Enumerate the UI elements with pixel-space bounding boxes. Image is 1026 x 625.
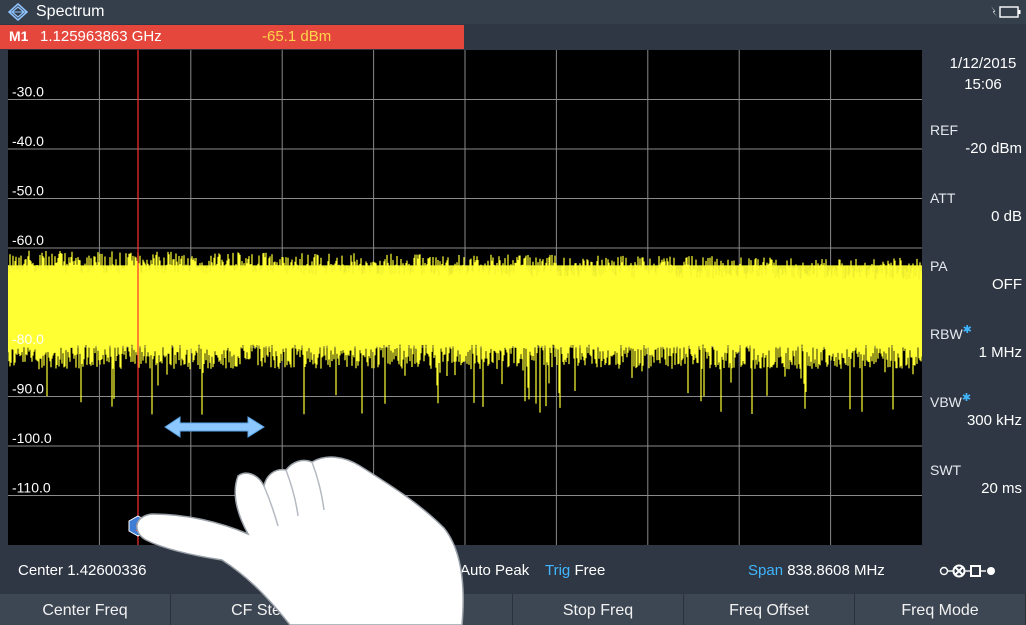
y-tick-label: -110.0 [12, 480, 51, 496]
span-value: 838.8608 MHz [787, 562, 885, 579]
param-value-ref[interactable]: -20 dBm [965, 140, 1022, 157]
softkey-2[interactable]: CF Ste [171, 594, 342, 625]
param-label-text: ATT [930, 190, 956, 206]
modified-star-icon: ✱ [962, 324, 972, 336]
center-frequency-status[interactable]: Center 1.42600336 [18, 562, 146, 579]
parameter-sidebar: REF -20 dBm ATT 0 dB PA OFF RBW✱ 1 MHz VBW✱ 300 k… [922, 50, 1026, 554]
y-tick-label: -30.0 [12, 84, 44, 100]
param-label-pa: PA [930, 258, 948, 274]
title-bar: Spectrum [0, 0, 1026, 24]
param-label-ref: REF [930, 122, 958, 138]
marker-readout-bar[interactable]: M1 1.125963863 GHz -65.1 dBm [0, 25, 464, 49]
y-tick-label: -100.0 [12, 430, 52, 446]
drag-arrow-icon [164, 416, 265, 438]
y-tick-label: -50.0 [12, 183, 44, 199]
span-label: Span [748, 562, 784, 579]
param-value-vbw[interactable]: 300 kHz [967, 412, 1022, 429]
trace-band [8, 265, 922, 340]
param-label-swt: SWT [930, 462, 961, 478]
softkey-4[interactable]: Stop Freq [513, 594, 684, 625]
softkey-3[interactable]: eq [342, 594, 513, 625]
marker-label: M1 [9, 28, 29, 44]
marker-level: -65.1 dBm [262, 28, 332, 45]
app-title: Spectrum [36, 3, 105, 20]
y-tick-label: -40.0 [12, 133, 44, 149]
param-label-text: PA [930, 258, 948, 274]
param-value-pa[interactable]: OFF [992, 276, 1022, 293]
status-row: Center 1.42600336 Auto Peak Trig Free Sp… [0, 556, 1026, 586]
rohde-schwarz-logo-icon [8, 3, 28, 21]
marker-badge[interactable]: 1 [128, 515, 148, 537]
param-value-swt[interactable]: 20 ms [981, 480, 1022, 497]
trigger-status: Trig Free [545, 562, 605, 579]
trig-label: Trig [545, 562, 571, 579]
softkey-5[interactable]: Freq Offset [684, 594, 855, 625]
modified-star-icon: ✱ [961, 392, 972, 404]
analyzer-screen: Spectrum M1 1.125963863 GHz -65.1 dBm 1/… [0, 0, 1026, 625]
param-label-text: VBW [930, 394, 962, 410]
softkey-1[interactable]: Center Freq [0, 594, 171, 625]
param-label-att: ATT [930, 190, 955, 206]
center-label: Center [18, 562, 64, 579]
param-value-att[interactable]: 0 dB [991, 208, 1022, 225]
spectrum-plot[interactable]: -30.0 -40.0 -50.0 -60.0 -80.0 -90.0 -100.0 -110… [8, 50, 922, 545]
y-tick-label: -60.0 [12, 232, 44, 248]
marker-frequency: 1.125963863 GHz [40, 28, 162, 45]
connection-status-icon [939, 564, 995, 578]
softkey-bar: Center Freq CF Ste eq Stop Freq Freq Offset F… [0, 594, 1026, 625]
y-tick-label: -90.0 [12, 381, 44, 397]
trig-value: Free [574, 562, 606, 579]
spectrum-graph[interactable]: -30.0 -40.0 -50.0 -60.0 -80.0 -90.0 -100.0 -110… [8, 50, 922, 545]
param-label-rbw: RBW✱ [930, 324, 972, 342]
center-value: 1.42600336 [67, 562, 147, 579]
detector-status: Auto Peak [460, 562, 530, 579]
param-value-rbw[interactable]: 1 MHz [979, 344, 1022, 361]
param-label-vbw: VBW✱ [930, 392, 972, 410]
param-label-text: RBW [930, 326, 963, 342]
y-tick-label: -80.0 [12, 331, 44, 347]
span-status[interactable]: Span 838.8608 MHz [748, 562, 885, 579]
softkey-6[interactable]: Freq Mode [855, 594, 1026, 625]
battery-icon [991, 6, 1021, 18]
marker-badge-number: 1 [135, 522, 141, 534]
param-label-text: REF [930, 122, 958, 138]
param-label-text: SWT [930, 462, 962, 478]
